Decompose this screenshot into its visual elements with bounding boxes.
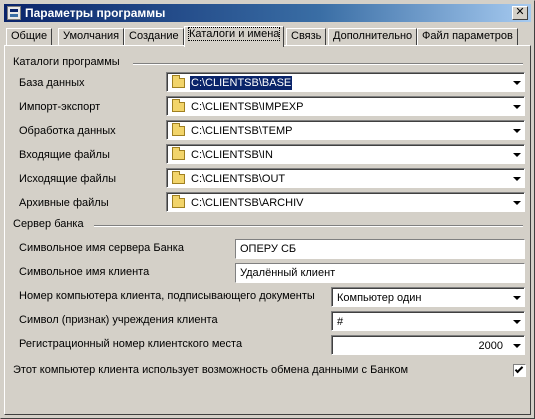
incoming-files-label: Входящие файлы <box>19 149 110 161</box>
chevron-down-icon[interactable] <box>513 177 521 181</box>
signer-computer-value: Компьютер один <box>337 292 422 304</box>
tab-label: Общие <box>11 30 48 42</box>
data-processing-label: Обработка данных <box>19 125 116 137</box>
folder-icon <box>172 123 185 136</box>
institution-symbol-combo[interactable]: # <box>331 311 525 331</box>
chevron-down-icon[interactable] <box>513 296 521 300</box>
signer-computer-label: Номер компьютера клиента, подписывающего… <box>19 290 315 302</box>
archive-files-path-combo[interactable]: C:\CLIENTSB\ARCHIV <box>166 192 525 212</box>
folder-icon <box>172 147 185 160</box>
chevron-down-icon[interactable] <box>513 129 521 133</box>
tab-additional[interactable]: Дополнительно <box>328 28 418 46</box>
archive-files-label: Архивные файлы <box>19 197 109 209</box>
tab-connection[interactable]: Связь <box>286 28 327 46</box>
close-button[interactable]: ✕ <box>512 6 528 20</box>
server-name-label: Символьное имя сервера Банка <box>19 242 184 254</box>
import-export-label: Импорт-экспорт <box>19 101 101 113</box>
section-divider <box>94 225 523 227</box>
options-dialog: Параметры программы ✕ Общие Умолчания Со… <box>0 0 535 419</box>
tab-label: Каталоги и имена <box>187 27 281 41</box>
import-export-path-value: C:\CLIENTSB\IMPEXP <box>191 101 304 113</box>
chevron-down-icon[interactable] <box>513 105 521 109</box>
outgoing-files-path-value: C:\CLIENTSB\OUT <box>191 173 286 185</box>
signer-computer-combo[interactable]: Компьютер один <box>331 287 525 307</box>
tab-creation[interactable]: Создание <box>124 28 184 46</box>
archive-files-path-value: C:\CLIENTSB\ARCHIV <box>191 197 304 209</box>
workstation-number-label: Регистрационный номер клиентского места <box>19 338 243 350</box>
tab-catalogs-and-names[interactable]: Каталоги и имена <box>184 26 285 47</box>
server-name-field[interactable]: ОПЕРУ СБ <box>235 239 525 259</box>
chevron-down-icon[interactable] <box>513 153 521 157</box>
data-processing-path-combo[interactable]: C:\CLIENTSB\TEMP <box>166 120 525 140</box>
exchange-label: Этот компьютер клиента использует возмож… <box>13 364 409 376</box>
app-icon <box>7 6 21 20</box>
title-bar[interactable]: Параметры программы ✕ <box>4 4 531 22</box>
workstation-number-value: 2000 <box>478 340 503 352</box>
tab-panel: Каталоги программы База данных C:\CLIENT… <box>4 45 531 415</box>
folder-icon <box>172 171 185 184</box>
folder-icon <box>172 99 185 112</box>
folder-icon <box>172 75 185 88</box>
tab-general[interactable]: Общие <box>6 28 53 46</box>
tab-strip: Общие Умолчания Создание Каталоги и имен… <box>4 26 531 47</box>
chevron-down-icon[interactable] <box>513 201 521 205</box>
tab-label: Связь <box>291 30 322 42</box>
catalogs-heading: Каталоги программы <box>13 56 120 68</box>
database-path-combo[interactable]: C:\CLIENTSB\BASE <box>166 72 525 92</box>
database-path-value: C:\CLIENTSB\BASE <box>190 76 293 90</box>
window-title: Параметры программы <box>25 6 166 20</box>
incoming-files-path-value: C:\CLIENTSB\IN <box>191 149 273 161</box>
tab-label: Дополнительно <box>333 30 413 42</box>
chevron-down-icon[interactable] <box>513 81 521 85</box>
outgoing-files-path-combo[interactable]: C:\CLIENTSB\OUT <box>166 168 525 188</box>
outgoing-files-label: Исходящие файлы <box>19 173 117 185</box>
exchange-checkbox[interactable] <box>513 364 526 377</box>
close-icon: ✕ <box>515 6 525 18</box>
import-export-path-combo[interactable]: C:\CLIENTSB\IMPEXP <box>166 96 525 116</box>
database-label: База данных <box>19 77 85 89</box>
client-name-label: Символьное имя клиента <box>19 266 150 278</box>
institution-symbol-label: Символ (признак) учреждения клиента <box>19 314 218 326</box>
tab-label: Файл параметров <box>422 30 513 42</box>
tab-label: Умолчания <box>63 30 120 42</box>
chevron-down-icon[interactable] <box>513 320 521 324</box>
chevron-down-icon[interactable] <box>513 344 521 348</box>
data-processing-path-value: C:\CLIENTSB\TEMP <box>191 125 293 137</box>
tab-defaults[interactable]: Умолчания <box>58 28 125 46</box>
tab-label: Создание <box>129 30 179 42</box>
incoming-files-path-combo[interactable]: C:\CLIENTSB\IN <box>166 144 525 164</box>
institution-symbol-value: # <box>337 316 344 328</box>
tab-parameters-file[interactable]: Файл параметров <box>417 28 518 46</box>
folder-icon <box>172 195 185 208</box>
client-name-field[interactable]: Удалённый клиент <box>235 263 525 283</box>
bank-server-heading: Сервер банка <box>13 218 84 230</box>
section-divider <box>133 63 523 65</box>
workstation-number-combo[interactable]: 2000 <box>331 335 525 355</box>
checkmark-icon <box>514 364 524 374</box>
